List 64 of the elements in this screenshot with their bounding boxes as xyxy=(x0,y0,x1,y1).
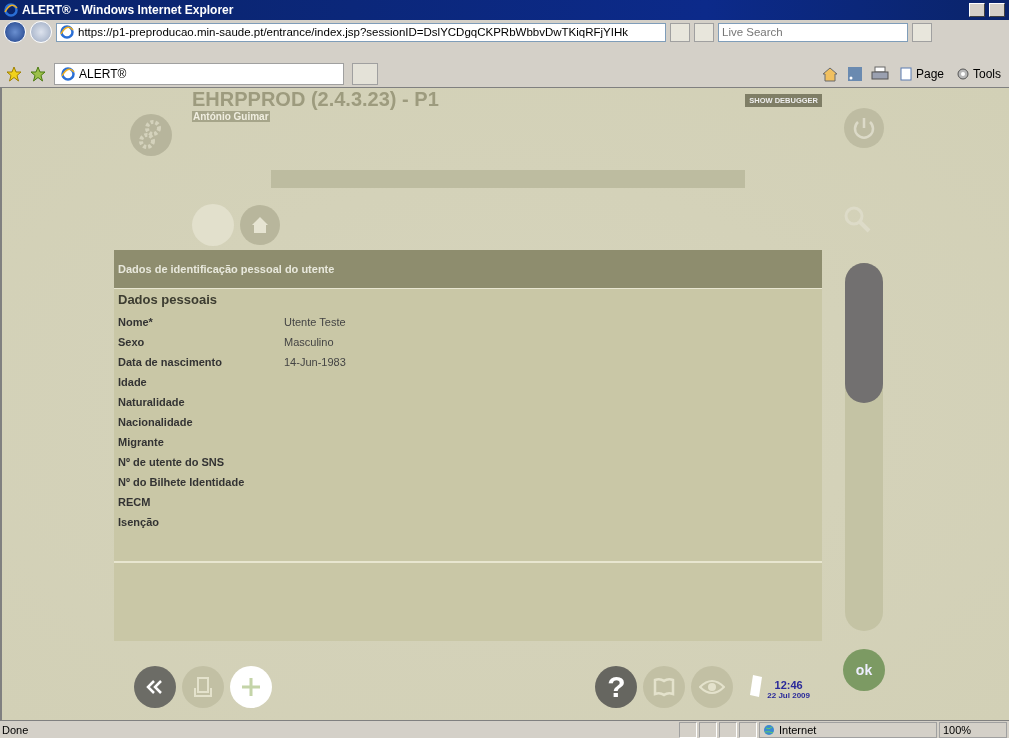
field-value: Masculino xyxy=(284,336,334,348)
eye-button[interactable] xyxy=(691,665,734,708)
field-label: Migrante xyxy=(118,436,165,448)
clock-date: 22 Jul 2009 xyxy=(767,690,810,700)
browser-icon xyxy=(61,66,75,81)
page-icon xyxy=(60,25,74,39)
home-icon[interactable] xyxy=(240,205,280,245)
plus-icon xyxy=(240,675,262,698)
gear-icon xyxy=(956,66,970,81)
clock-time: 12:46 xyxy=(774,679,803,691)
field-label: Isenção xyxy=(118,516,160,528)
field-value: Utente Teste xyxy=(284,316,346,328)
field-label: Nacionalidade xyxy=(118,416,194,428)
section-title: Dados pessoais xyxy=(118,292,218,307)
printer-icon[interactable] xyxy=(870,65,889,82)
status-pane xyxy=(739,722,757,738)
favorites-icon[interactable] xyxy=(6,65,22,82)
document-icon xyxy=(193,675,213,698)
page-icon xyxy=(898,66,913,81)
status-pane xyxy=(679,722,697,738)
scroll-track[interactable] xyxy=(845,263,883,631)
field-label: Nome* xyxy=(118,316,154,328)
field-label: Sexo xyxy=(118,336,146,348)
book-icon xyxy=(653,676,676,697)
security-zone: Internet xyxy=(759,722,937,738)
back-button[interactable] xyxy=(134,665,176,708)
toolbar-menu[interactable]: Page xyxy=(896,66,946,81)
field-label: RECM xyxy=(118,496,152,508)
browser-icon xyxy=(4,3,18,17)
add-button[interactable] xyxy=(230,665,272,708)
book-button[interactable] xyxy=(643,665,686,708)
feed-icon[interactable] xyxy=(846,65,863,82)
status-text: Done xyxy=(2,724,30,736)
power-icon[interactable] xyxy=(844,108,884,148)
address-field[interactable]: https://p1-preproducao.min-saude.pt/entrance/index.jsp?sessionID=DslYCDgqCKPRbWbbvDwTKiqRFjYIHk xyxy=(56,22,666,42)
eye-icon xyxy=(699,678,726,695)
scroll-thumb[interactable] xyxy=(845,263,883,403)
maximize-button[interactable] xyxy=(989,3,1005,17)
field-label: Nº de utente do SNS xyxy=(118,456,226,468)
minimize-button[interactable] xyxy=(969,3,985,17)
document-button[interactable] xyxy=(182,665,224,708)
status-pane xyxy=(719,722,737,738)
double-arrow-icon xyxy=(145,678,165,695)
zoom-control[interactable]: 100% xyxy=(939,722,1007,738)
help-button[interactable]: ? xyxy=(595,665,638,708)
add-favorite-icon[interactable] xyxy=(30,65,46,82)
field-label: Naturalidade xyxy=(118,396,186,408)
panel-header: Dados de identificação pessoal do utente xyxy=(114,250,822,288)
app-title: EHRPPROD (2.4.3.23) - P1 xyxy=(192,88,439,110)
gear-icon[interactable] xyxy=(130,114,172,156)
browser-tab[interactable]: ALERT® xyxy=(54,62,344,85)
back-button[interactable] xyxy=(4,21,26,43)
new-tab-button[interactable] xyxy=(352,62,378,85)
toolbar-menu[interactable]: Tools xyxy=(954,66,1003,81)
window-title: ALERT® - Windows Internet Explorer xyxy=(22,3,235,17)
home-icon[interactable] xyxy=(820,65,839,82)
field-label: Data de nascimento xyxy=(118,356,223,368)
status-pane xyxy=(699,722,717,738)
field-label: Idade xyxy=(118,376,148,388)
field-label: Nº do Bilhete Identidade xyxy=(118,476,246,488)
globe-icon xyxy=(763,724,775,736)
user-name: António Guimar xyxy=(192,111,270,122)
field-value: 14-Jun-1983 xyxy=(284,356,346,368)
search-field[interactable]: Live Search xyxy=(718,22,908,42)
